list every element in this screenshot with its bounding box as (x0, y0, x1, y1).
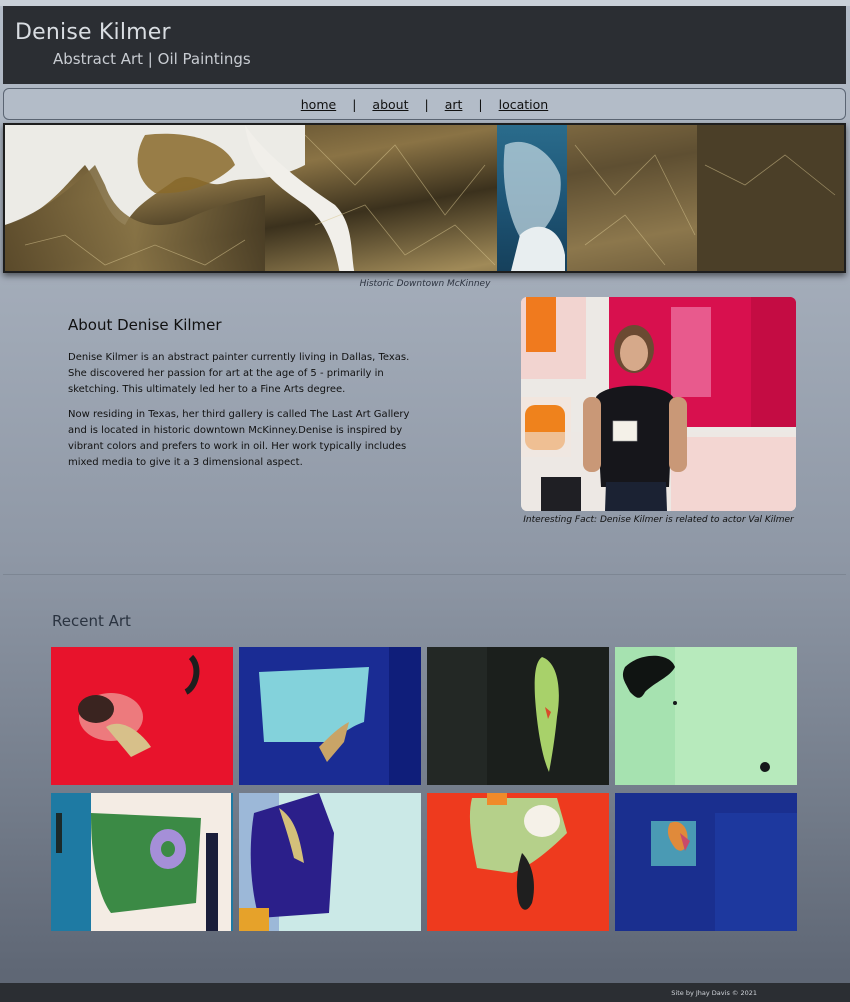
about-heading: About Denise Kilmer (68, 316, 222, 334)
artwork-thumbnail[interactable] (239, 647, 421, 785)
nav-link-about[interactable]: about (364, 97, 416, 112)
photo-caption: Interesting Fact: Denise Kilmer is relat… (523, 515, 794, 525)
recent-art-heading: Recent Art (52, 612, 131, 630)
nav-link-home[interactable]: home (293, 97, 344, 112)
hero-banner-image (3, 123, 846, 273)
artwork-thumbnail[interactable] (51, 647, 233, 785)
about-section: About Denise Kilmer Denise Kilmer is an … (68, 316, 413, 480)
main-nav: home | about | art | location (3, 88, 846, 120)
artwork-thumbnail[interactable] (615, 793, 797, 931)
site-header: Denise Kilmer Abstract Art | Oil Paintin… (3, 6, 846, 84)
nav-link-location[interactable]: location (491, 97, 557, 112)
artwork-thumbnail[interactable] (615, 647, 797, 785)
nav-separator: | (352, 96, 357, 112)
recent-art-gallery (51, 647, 797, 931)
nav-link-art[interactable]: art (437, 97, 471, 112)
artwork-thumbnail[interactable] (427, 793, 609, 931)
nav-separator: | (478, 96, 483, 112)
site-footer: Site by Jhay Davis © 2021 (0, 983, 850, 1002)
site-title: Denise Kilmer (15, 20, 171, 45)
site-subtitle: Abstract Art | Oil Paintings (53, 50, 251, 68)
artwork-thumbnail[interactable] (427, 647, 609, 785)
section-divider (3, 574, 846, 575)
nav-separator: | (424, 96, 429, 112)
about-paragraph: Denise Kilmer is an abstract painter cur… (68, 352, 410, 395)
hero-caption: Historic Downtown McKinney (359, 279, 491, 289)
artist-photo (521, 297, 796, 511)
artwork-thumbnail[interactable] (51, 793, 233, 931)
artwork-thumbnail[interactable] (239, 793, 421, 931)
footer-credit: Site by Jhay Davis © 2021 (671, 989, 757, 997)
about-paragraph: Now residing in Texas, her third gallery… (68, 409, 410, 468)
